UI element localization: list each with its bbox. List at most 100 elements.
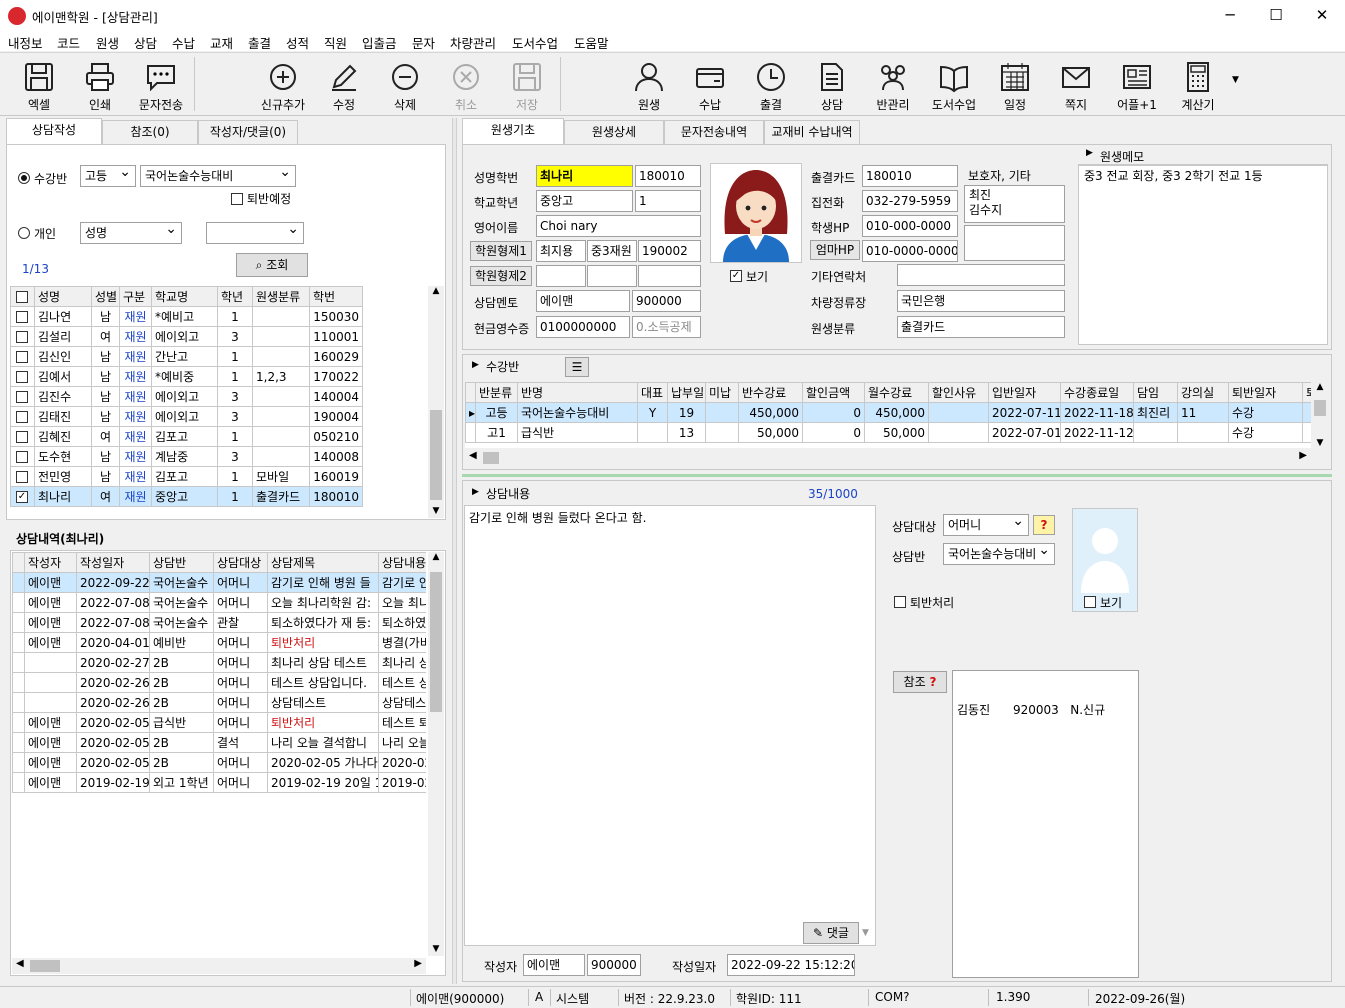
home-phone-field[interactable]: 032-279-5959: [862, 190, 958, 212]
sms-send-button[interactable]: 문자전송: [131, 55, 191, 113]
counsel-button[interactable]: 상담: [802, 55, 862, 113]
save-button[interactable]: 저장: [497, 55, 557, 113]
schedule-button[interactable]: 일정: [985, 55, 1045, 113]
menu-item[interactable]: 상담: [134, 33, 157, 52]
category-field[interactable]: 출결카드: [897, 316, 1065, 338]
sibling2-class-field[interactable]: [587, 265, 637, 287]
row-checkbox[interactable]: [16, 430, 28, 443]
scroll-down-icon[interactable]: ▼: [428, 944, 444, 954]
level-select[interactable]: 고등: [80, 165, 136, 187]
quit-scheduled-checkbox[interactable]: [231, 193, 243, 205]
menu-item[interactable]: 교재: [210, 33, 233, 52]
col-header[interactable]: 학교명: [151, 286, 218, 307]
classes-hscroll[interactable]: ◀ ▶: [465, 450, 1311, 466]
menu-item[interactable]: 출결: [248, 33, 271, 52]
maximize-icon[interactable]: ☐: [1253, 0, 1299, 31]
table-row[interactable]: 에이맨 2022-07-08 국어논술수 어머니 오늘 최나리학원 감: 오늘 최니: [12, 592, 426, 613]
classes-vscroll[interactable]: ▲ ▼: [1312, 382, 1328, 448]
search-value-select[interactable]: [206, 222, 304, 244]
table-row[interactable]: 도수현 남 재원 계남중 3 140008: [10, 446, 363, 467]
table-row[interactable]: 에이맨 2019-02-19 외고 1학년 어머니 2019-02-19 20일 1 20…: [12, 772, 426, 793]
scroll-right-icon[interactable]: ▶: [1299, 450, 1307, 461]
toolbar-overflow-icon[interactable]: ▼: [1232, 75, 1239, 85]
tab-reference[interactable]: 참조(0): [102, 120, 198, 144]
receipt-field[interactable]: 0100000000: [536, 316, 630, 338]
guardian-field[interactable]: 최진 김수지: [964, 185, 1065, 223]
select-all-checkbox[interactable]: [16, 290, 28, 303]
target-select[interactable]: 어머니: [943, 514, 1029, 536]
bus-stop-field[interactable]: 국민은행: [897, 290, 1065, 312]
table-row-selected[interactable]: ✓ 최나리 여 재원 중앙고 1 출결카드 180010: [10, 486, 363, 507]
payment-button[interactable]: 수납: [680, 55, 740, 113]
col-header[interactable]: 학번: [309, 286, 363, 307]
mentor-field[interactable]: 에이맨: [536, 290, 630, 312]
add-button[interactable]: 신규추가: [253, 55, 313, 113]
scroll-thumb[interactable]: [430, 410, 442, 500]
menu-item[interactable]: 내정보: [8, 33, 43, 52]
writer-field[interactable]: 에이맨: [523, 954, 585, 976]
cancel-button[interactable]: 취소: [436, 55, 496, 113]
reference-button[interactable]: 참조 ?: [893, 671, 947, 693]
table-row[interactable]: 김나연 남 재원 *예비고 1 150030: [10, 306, 363, 327]
scroll-thumb[interactable]: [30, 960, 60, 972]
table-row[interactable]: 김태진 남 재원 에이외고 3 190004: [10, 406, 363, 427]
menu-item[interactable]: 직원: [324, 33, 347, 52]
quit-checkbox[interactable]: [894, 596, 906, 608]
row-checkbox[interactable]: [16, 370, 28, 383]
tab-student-detail[interactable]: 원생상세: [564, 120, 664, 144]
table-row[interactable]: 김신인 남 재원 간난고 1 160029: [10, 346, 363, 367]
row-checkbox[interactable]: [16, 410, 28, 423]
table-row-selected[interactable]: ▸ 고등 국어논술수능대비 Y 19 450,000 0 450,000 2022-07-11…: [465, 402, 1311, 423]
edit-button[interactable]: 수정: [314, 55, 374, 113]
table-row[interactable]: 에이맨 2020-04-01 예비반 어머니 퇴반처리 병결(가비: [12, 632, 426, 653]
scroll-thumb[interactable]: [483, 452, 499, 464]
scroll-down-icon[interactable]: ▼: [862, 928, 869, 938]
sibling2-button[interactable]: 학원형제2: [470, 266, 532, 286]
student-hp-field[interactable]: 010-000-0000: [862, 215, 958, 237]
table-row[interactable]: 2020-02-26 2B 어머니 상담테스트 상담테스: [12, 692, 426, 713]
book-class-button[interactable]: 도서수업: [924, 55, 984, 113]
search-button[interactable]: ⌕ 조회: [236, 253, 308, 277]
school-field[interactable]: 중앙고: [536, 190, 633, 212]
mom-hp-field[interactable]: 010-0000-0000: [862, 240, 958, 262]
app-button[interactable]: 어플+1: [1107, 55, 1167, 113]
tab-book-payment[interactable]: 교재비 수납내역: [764, 120, 860, 144]
menu-item[interactable]: 원생: [96, 33, 119, 52]
write-date-field[interactable]: 2022-09-22 15:12:20: [727, 954, 855, 976]
tab-counsel-write[interactable]: 상담작성: [6, 118, 102, 144]
view-photo-checkbox[interactable]: ✓: [730, 270, 742, 282]
tab-student-basic[interactable]: 원생기초: [462, 118, 564, 144]
card-field[interactable]: 180010: [862, 165, 958, 187]
row-checkbox[interactable]: [16, 330, 28, 343]
counsel-class-select[interactable]: 국어논술수능대비: [943, 543, 1055, 565]
individual-radio[interactable]: [18, 227, 30, 239]
sibling1-name-field[interactable]: 최지용: [536, 240, 586, 262]
mentor-no-field[interactable]: 900000: [632, 290, 701, 312]
row-checkbox[interactable]: [16, 310, 28, 323]
table-row[interactable]: 에이맨 2020-02-05 급식반 어머니 퇴반처리 테스트 퇴: [12, 712, 426, 733]
row-checkbox[interactable]: [16, 470, 28, 483]
tab-writer-comment[interactable]: 작성자/댓글(0): [198, 120, 298, 144]
menu-item[interactable]: 문자: [412, 33, 435, 52]
student-name-field[interactable]: 최나리: [536, 165, 633, 187]
menu-item[interactable]: 도서수업: [512, 33, 558, 52]
scroll-left-icon[interactable]: ◀: [16, 958, 24, 969]
table-row[interactable]: 김예서 남 재원 *예비중 1 1,2,3 170022: [10, 366, 363, 387]
sibling2-name-field[interactable]: [536, 265, 586, 287]
writer-no-field[interactable]: 900000: [587, 954, 641, 976]
scroll-left-icon[interactable]: ◀: [469, 450, 477, 461]
col-header[interactable]: 원생분류: [252, 286, 310, 307]
class-select[interactable]: 국어논술수능대비: [140, 165, 296, 187]
history-vscroll[interactable]: ▲ ▼: [428, 552, 444, 956]
student-button[interactable]: 원생: [619, 55, 679, 113]
menu-item[interactable]: 성적: [286, 33, 309, 52]
table-row[interactable]: 2020-02-26 2B 어머니 테스트 상담입니다. 테스트 상: [12, 672, 426, 693]
table-row[interactable]: 2020-02-27 2B 어머니 최나리 상담 테스트 최나리 상: [12, 652, 426, 673]
close-icon[interactable]: ✕: [1299, 0, 1345, 31]
counsel-content-textarea[interactable]: 감기로 인해 병원 들렀다 온다고 함.: [464, 505, 876, 946]
sibling1-no-field[interactable]: 190002: [638, 240, 701, 262]
col-header[interactable]: 성별: [91, 286, 120, 307]
search-field-select[interactable]: 성명: [80, 222, 182, 244]
table-row[interactable]: 김혜진 여 재원 김포고 1 050210: [10, 426, 363, 447]
scroll-up-icon[interactable]: ▲: [428, 552, 444, 562]
